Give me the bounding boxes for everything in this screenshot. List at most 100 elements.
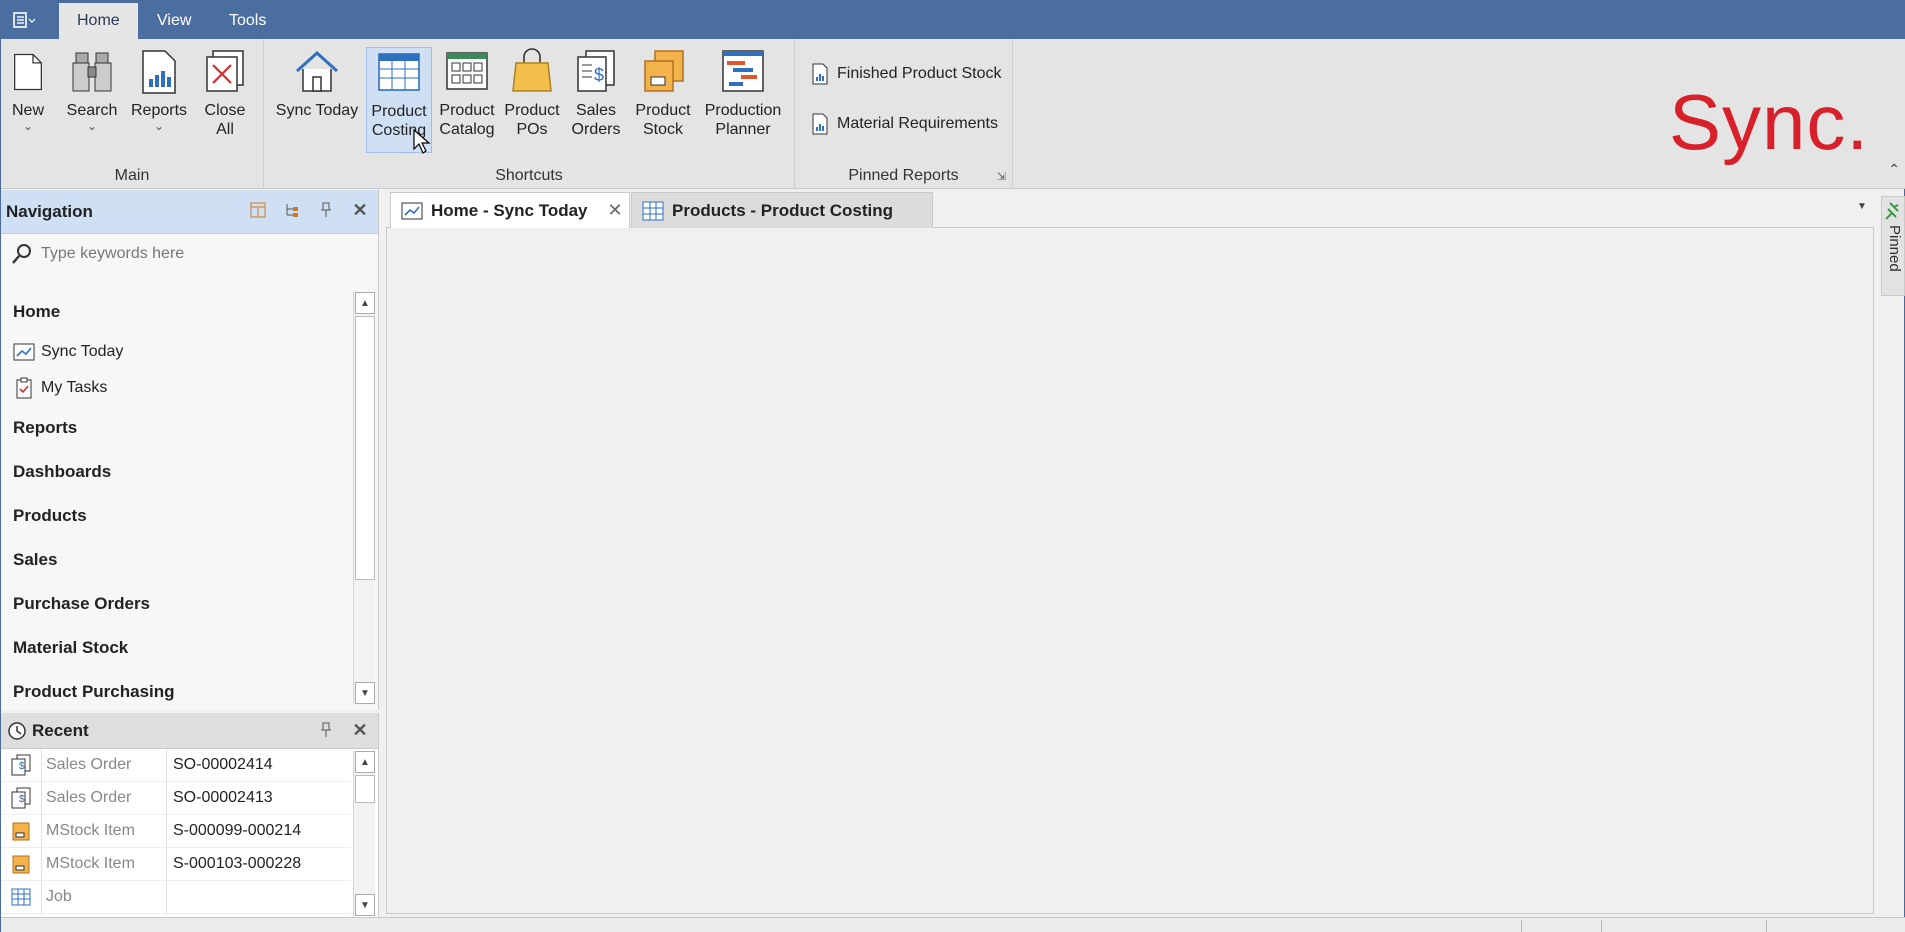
scroll-up-button[interactable]: ▲ (355, 751, 375, 773)
doc-tab-home-sync-today[interactable]: Home - Sync Today ✕ (390, 192, 630, 228)
sync-today-button[interactable]: Sync Today (274, 47, 360, 120)
nav-category-sales[interactable]: Sales (1, 538, 351, 582)
nav-category-purchase-orders[interactable]: Purchase Orders (1, 582, 351, 626)
new-button[interactable]: New ⌄ (7, 47, 49, 132)
product-catalog-button[interactable]: Product Catalog (436, 47, 498, 139)
svg-text:$: $ (594, 65, 604, 85)
scroll-down-button[interactable]: ▼ (355, 682, 375, 704)
scroll-up-button[interactable]: ▲ (355, 292, 375, 314)
nav-category-home[interactable]: Home (1, 290, 351, 334)
recent-row[interactable]: $ Sales Order SO-00002414 (1, 748, 351, 782)
recent-value: SO-00002414 (173, 756, 273, 773)
doc-tab-label: Products - Product Costing (672, 200, 893, 220)
tree-icon[interactable] (282, 200, 302, 220)
pinned-report-material-requirements[interactable]: Material Requirements (811, 111, 998, 137)
recent-type: MStock Item (41, 847, 167, 881)
recent-header: Recent ✕ (1, 713, 378, 749)
tab-list-dropdown-icon[interactable]: ▼ (1857, 201, 1867, 212)
product-pos-label-line1: Product (504, 102, 560, 119)
sales-order-icon: $ (577, 50, 615, 92)
clipboard-check-icon (16, 377, 32, 399)
product-pos-button[interactable]: Product POs (502, 47, 562, 139)
tab-home[interactable]: Home (59, 3, 138, 39)
gantt-planner-icon (722, 50, 764, 92)
navigation-list: Home Sync Today My Tasks Reports Dashboa… (1, 290, 351, 714)
sales-orders-label-line2: Orders (571, 121, 621, 138)
app-window: Home View Tools New ⌄ Search ⌄ Reports ⌄… (0, 0, 1905, 932)
close-all-label-line2: All (216, 121, 234, 138)
pinned-side-panel[interactable]: Pinned (1881, 196, 1905, 296)
scroll-thumb[interactable] (355, 316, 375, 580)
navigation-scrollbar[interactable]: ▲ ▼ (353, 292, 375, 704)
group-label-shortcuts: Shortcuts (495, 167, 563, 184)
tab-tools[interactable]: Tools (211, 3, 284, 39)
reports-button[interactable]: Reports ⌄ (127, 47, 191, 132)
nav-item-sync-today[interactable]: Sync Today (1, 334, 351, 370)
pin-icon[interactable] (316, 200, 336, 220)
app-menu-icon (13, 12, 36, 28)
grid-table-icon (1, 886, 41, 908)
pinned-label: Pinned (1886, 225, 1903, 272)
production-planner-button[interactable]: Production Planner (700, 47, 786, 139)
close-window-icon (206, 50, 244, 92)
recent-row[interactable]: MStock Item S-000099-000214 (1, 814, 351, 848)
nav-item-label: My Tasks (41, 379, 108, 396)
grid-table-icon (642, 201, 664, 220)
scroll-down-button[interactable]: ▼ (355, 894, 375, 916)
nav-category-reports[interactable]: Reports (1, 406, 351, 450)
sales-order-icon: $ (1, 787, 41, 809)
recent-panel: Recent ✕ $ Sales Order SO-00002414 $ Sal… (1, 713, 379, 918)
close-icon[interactable]: ✕ (350, 720, 370, 740)
close-all-button[interactable]: Close All (197, 47, 253, 139)
nav-category-product-purchasing[interactable]: Product Purchasing (1, 670, 351, 714)
recent-row[interactable]: MStock Item S-000103-000228 (1, 847, 351, 881)
close-icon[interactable]: ✕ (350, 200, 370, 220)
pin-icon[interactable] (316, 720, 336, 740)
app-menu-button[interactable] (5, 5, 43, 35)
doc-tab-products-product-costing[interactable]: Products - Product Costing (631, 192, 933, 228)
ribbon: New ⌄ Search ⌄ Reports ⌄ Close All Main … (1, 39, 1905, 189)
history-clock-icon (8, 721, 26, 740)
sales-orders-button[interactable]: $ Sales Orders (568, 47, 624, 139)
pin-icon (1885, 202, 1899, 220)
stock-box-icon (1, 820, 41, 842)
collapse-ribbon-icon[interactable]: ⌃ (1888, 161, 1900, 178)
pinned-report-label: Material Requirements (837, 115, 998, 132)
layout-icon[interactable] (248, 200, 268, 220)
document-tab-strip: Home - Sync Today ✕ Products - Product C… (386, 192, 1874, 228)
mouse-cursor-icon (413, 129, 431, 154)
catalog-icon (446, 52, 488, 90)
search-label: Search (66, 102, 118, 119)
chevron-down-icon: ⌄ (86, 119, 98, 133)
navigation-search[interactable]: Type keywords here (1, 234, 378, 274)
nav-category-material-stock[interactable]: Material Stock (1, 626, 351, 670)
search-icon (12, 244, 31, 264)
product-catalog-label-line2: Catalog (439, 121, 495, 138)
tab-view[interactable]: View (139, 3, 209, 39)
reports-label: Reports (130, 102, 188, 119)
pinned-report-finished-product-stock[interactable]: Finished Product Stock (811, 61, 1002, 87)
nav-item-my-tasks[interactable]: My Tasks (1, 370, 351, 406)
nav-category-dashboards[interactable]: Dashboards (1, 450, 351, 494)
chart-line-icon (13, 343, 35, 361)
search-input[interactable]: Type keywords here (41, 245, 184, 263)
nav-category-products[interactable]: Products (1, 494, 351, 538)
new-document-icon (14, 53, 42, 91)
recent-row[interactable]: $ Sales Order SO-00002413 (1, 781, 351, 815)
stock-box-icon (644, 50, 684, 92)
group-label-pinned-reports: Pinned Reports (848, 167, 959, 184)
product-stock-label-line1: Product (635, 102, 691, 119)
recent-scrollbar[interactable]: ▲ ▼ (353, 751, 375, 916)
recent-row[interactable]: Job (1, 880, 351, 914)
search-button[interactable]: Search ⌄ (63, 47, 121, 132)
recent-title: Recent (32, 720, 89, 740)
svg-text:$: $ (19, 761, 25, 772)
navigation-title: Navigation (6, 201, 93, 221)
dialog-launcher-icon[interactable]: ⇲ (997, 170, 1006, 183)
group-label-main: Main (114, 167, 150, 184)
navigation-header: Navigation ✕ (1, 190, 378, 234)
scroll-thumb[interactable] (355, 775, 375, 803)
close-icon[interactable]: ✕ (608, 200, 623, 221)
doc-tab-label: Home - Sync Today (431, 200, 588, 220)
product-stock-button[interactable]: Product Stock (632, 47, 694, 139)
